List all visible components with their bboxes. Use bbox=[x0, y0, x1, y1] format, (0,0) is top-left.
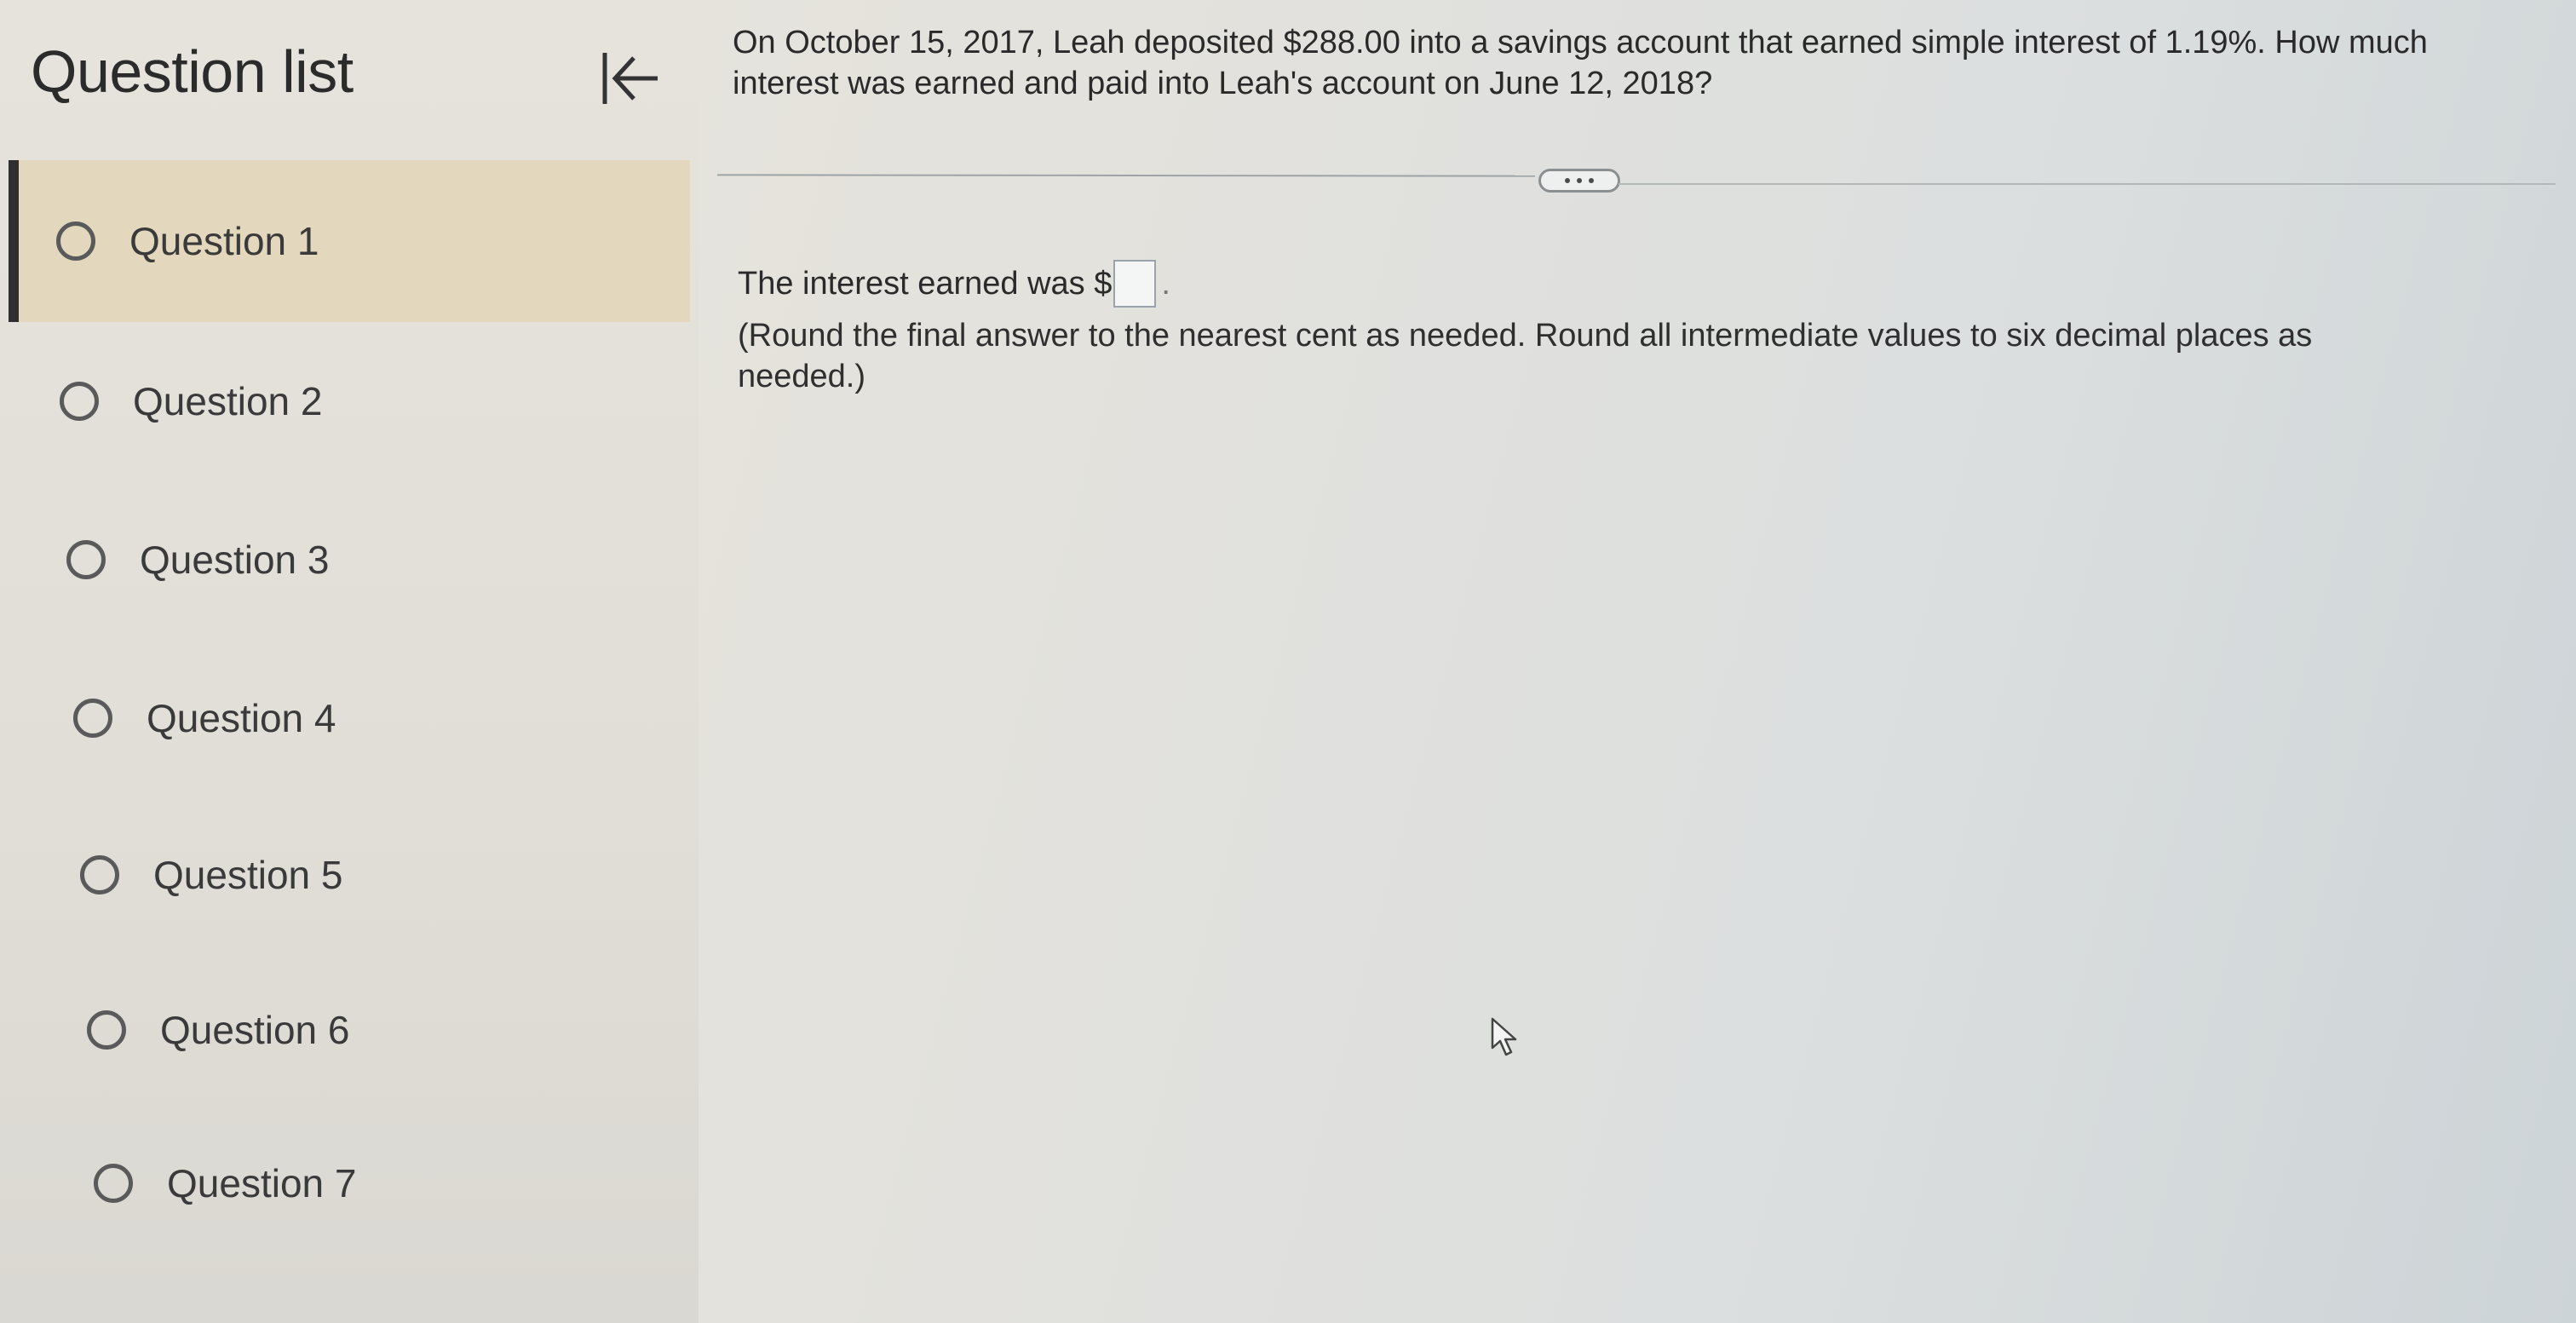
radio-unanswered-icon bbox=[87, 1010, 126, 1050]
more-dots-icon bbox=[1565, 178, 1570, 183]
divider bbox=[716, 174, 1536, 177]
collapse-left-arrow-icon bbox=[602, 53, 658, 104]
more-dots-icon bbox=[1577, 178, 1582, 183]
sidebar-title: Question list bbox=[31, 38, 354, 105]
answer-prefix: The interest earned was $ bbox=[738, 266, 1113, 302]
collapse-sidebar-button[interactable] bbox=[596, 44, 664, 112]
question-list-item-2[interactable]: Question 2 bbox=[60, 320, 322, 482]
more-options-button[interactable] bbox=[1538, 169, 1620, 193]
radio-unanswered-icon bbox=[94, 1164, 133, 1203]
radio-unanswered-icon bbox=[56, 221, 95, 261]
radio-unanswered-icon bbox=[60, 382, 99, 421]
question-label: Question 1 bbox=[129, 219, 319, 263]
mouse-cursor-icon bbox=[1491, 1017, 1517, 1056]
question-list-item-5[interactable]: Question 5 bbox=[80, 794, 342, 956]
more-dots-icon bbox=[1589, 178, 1594, 183]
interest-answer-input[interactable] bbox=[1113, 260, 1157, 308]
rounding-instructions: (Round the final answer to the nearest c… bbox=[738, 318, 2313, 394]
radio-unanswered-icon bbox=[80, 855, 119, 894]
question-label: Question 4 bbox=[147, 696, 336, 740]
divider bbox=[1619, 183, 2556, 185]
radio-unanswered-icon bbox=[66, 540, 106, 579]
question-list-item-1[interactable]: Question 1 bbox=[9, 160, 690, 322]
question-label: Question 6 bbox=[160, 1008, 350, 1052]
answer-suffix: . bbox=[1161, 266, 1170, 302]
question-label: Question 5 bbox=[153, 853, 343, 897]
question-label: Question 7 bbox=[167, 1161, 357, 1205]
question-list-item-4[interactable]: Question 4 bbox=[73, 637, 336, 799]
question-list-item-6[interactable]: Question 6 bbox=[87, 949, 349, 1111]
radio-unanswered-icon bbox=[73, 699, 112, 738]
question-label: Question 3 bbox=[140, 538, 330, 582]
question-list-item-3[interactable]: Question 3 bbox=[66, 479, 329, 641]
question-prompt: On October 15, 2017, Leah deposited $288… bbox=[733, 25, 2428, 101]
question-list-sidebar: Question list Question 1 Question 2 Ques… bbox=[0, 0, 699, 1323]
answer-line: The interest earned was $ . bbox=[738, 260, 1170, 308]
question-list-item-7[interactable]: Question 7 bbox=[94, 1102, 356, 1264]
question-label: Question 2 bbox=[133, 379, 323, 423]
